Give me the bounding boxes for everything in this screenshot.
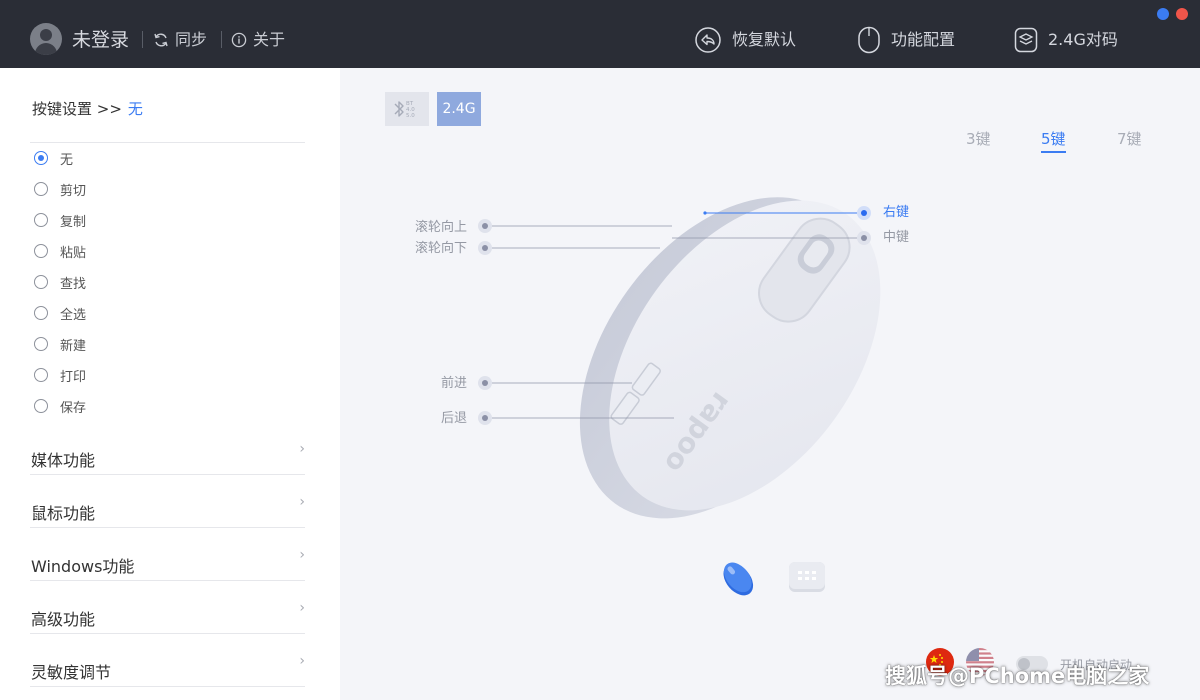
window-minimize-button[interactable] [1157, 8, 1169, 20]
rf-mode-label: 2.4G [442, 101, 476, 117]
option-item[interactable]: 剪切 [34, 180, 87, 199]
avatar-head [40, 29, 52, 41]
category-label: Windows功能 [31, 557, 135, 576]
category-item[interactable]: 媒体功能 › [30, 441, 305, 475]
divider [30, 633, 305, 634]
separator [221, 31, 222, 48]
login-status[interactable]: 未登录 [72, 28, 129, 52]
category-label: 灵敏度调节 [31, 663, 112, 682]
function-config-label: 功能配置 [891, 30, 956, 49]
category-item[interactable]: 鼠标功能 › [30, 494, 305, 528]
option-label: 查找 [60, 276, 87, 292]
scroll-down-dot[interactable] [478, 241, 492, 255]
radio-button[interactable] [34, 337, 48, 351]
radio-button[interactable] [34, 151, 48, 165]
mouse-device-icon[interactable] [714, 558, 760, 598]
watermark-text: 搜狐号@PChome电脑之家 [885, 664, 1150, 688]
mouse-config-icon [858, 26, 880, 54]
scroll-down-label[interactable]: 滚轮向下 [415, 241, 467, 257]
option-label: 粘贴 [60, 245, 87, 261]
reset-icon [695, 27, 721, 53]
chevron-right-icon: › [299, 600, 305, 616]
right-button-label[interactable]: 右键 [883, 205, 909, 221]
divider [30, 142, 305, 143]
option-item[interactable]: 全选 [34, 304, 87, 323]
keyboard-device-icon[interactable] [787, 560, 827, 596]
option-item[interactable]: 查找 [34, 273, 87, 292]
sync-label: 同步 [175, 30, 208, 49]
option-item[interactable]: 打印 [34, 366, 87, 385]
about-label: 关于 [253, 30, 286, 49]
key-setting-title: 按键设置 >> [32, 100, 122, 118]
option-item[interactable]: 无 [34, 149, 74, 168]
radio-button[interactable] [34, 399, 48, 413]
radio-button[interactable] [34, 368, 48, 382]
category-label: 媒体功能 [31, 451, 96, 470]
info-icon [231, 32, 247, 48]
sync-button[interactable]: 同步 [153, 30, 207, 50]
radio-button[interactable] [34, 182, 48, 196]
category-item[interactable]: Windows功能 › [30, 547, 305, 581]
category-label: 鼠标功能 [31, 504, 96, 523]
bluetooth-icon: BT 4.0 5.0 [394, 101, 415, 119]
radio-button[interactable] [34, 213, 48, 227]
forward-button-label[interactable]: 前进 [441, 376, 467, 392]
about-button[interactable]: 关于 [231, 30, 285, 50]
pair-button[interactable]: 2.4G对码 [1014, 26, 1118, 54]
option-label: 无 [60, 152, 74, 168]
reset-default-button[interactable]: 恢复默认 [694, 26, 796, 54]
pair-icon [1014, 27, 1038, 53]
radio-button[interactable] [34, 244, 48, 258]
option-label: 剪切 [60, 183, 87, 199]
option-label: 全选 [60, 307, 87, 323]
back-button-dot[interactable] [478, 411, 492, 425]
category-item[interactable]: 灵敏度调节 › [30, 653, 305, 687]
middle-button-dot[interactable] [857, 231, 871, 245]
option-item[interactable]: 新建 [34, 335, 87, 354]
divider [30, 527, 305, 528]
sidebar: 按键设置 >> 无 无剪切 复制 粘贴 查找 全选 新建 打印 保存 媒体功能 › 鼠标功能 › Wi… [0, 68, 340, 700]
option-item[interactable]: 保存 [34, 397, 87, 416]
divider [30, 580, 305, 581]
right-button-dot[interactable] [857, 206, 871, 220]
divider [30, 474, 305, 475]
scroll-up-label[interactable]: 滚轮向上 [415, 220, 467, 236]
forward-button-dot[interactable] [478, 376, 492, 390]
key-setting-value: 无 [127, 100, 143, 118]
bluetooth-mode-button[interactable]: BT 4.0 5.0 [385, 92, 429, 126]
scroll-up-dot[interactable] [478, 219, 492, 233]
radio-button[interactable] [34, 306, 48, 320]
chevron-right-icon: › [299, 441, 305, 457]
divider [30, 686, 305, 687]
top-bar: 未登录 同步 关于 恢复默认 功能配置 2.4G对码 [0, 0, 1200, 68]
function-config-button[interactable]: 功能配置 [857, 26, 955, 54]
reset-default-label: 恢复默认 [732, 30, 797, 49]
category-item[interactable]: 高级功能 › [30, 600, 305, 634]
option-label: 复制 [60, 214, 87, 230]
key-setting-header: 按键设置 >> 无 [32, 98, 143, 119]
avatar[interactable] [30, 23, 62, 55]
sync-icon [154, 33, 168, 47]
middle-button-label[interactable]: 中键 [883, 230, 909, 246]
chevron-right-icon: › [299, 494, 305, 510]
back-button-label[interactable]: 后退 [441, 411, 467, 427]
option-item[interactable]: 复制 [34, 211, 87, 230]
option-item[interactable]: 粘贴 [34, 242, 87, 261]
window-close-button[interactable] [1176, 8, 1188, 20]
category-label: 高级功能 [31, 610, 96, 629]
svg-text:5.0: 5.0 [406, 113, 415, 119]
option-label: 打印 [60, 369, 87, 385]
option-label: 保存 [60, 400, 87, 416]
option-label: 新建 [60, 338, 87, 354]
rf-mode-button[interactable]: 2.4G [437, 92, 481, 126]
avatar-body [35, 43, 57, 55]
separator [142, 31, 143, 48]
mouse-illustration: rapoo [492, 197, 881, 519]
pair-label: 2.4G对码 [1048, 30, 1118, 49]
radio-button[interactable] [34, 275, 48, 289]
chevron-right-icon: › [299, 547, 305, 563]
chevron-right-icon: › [299, 653, 305, 669]
